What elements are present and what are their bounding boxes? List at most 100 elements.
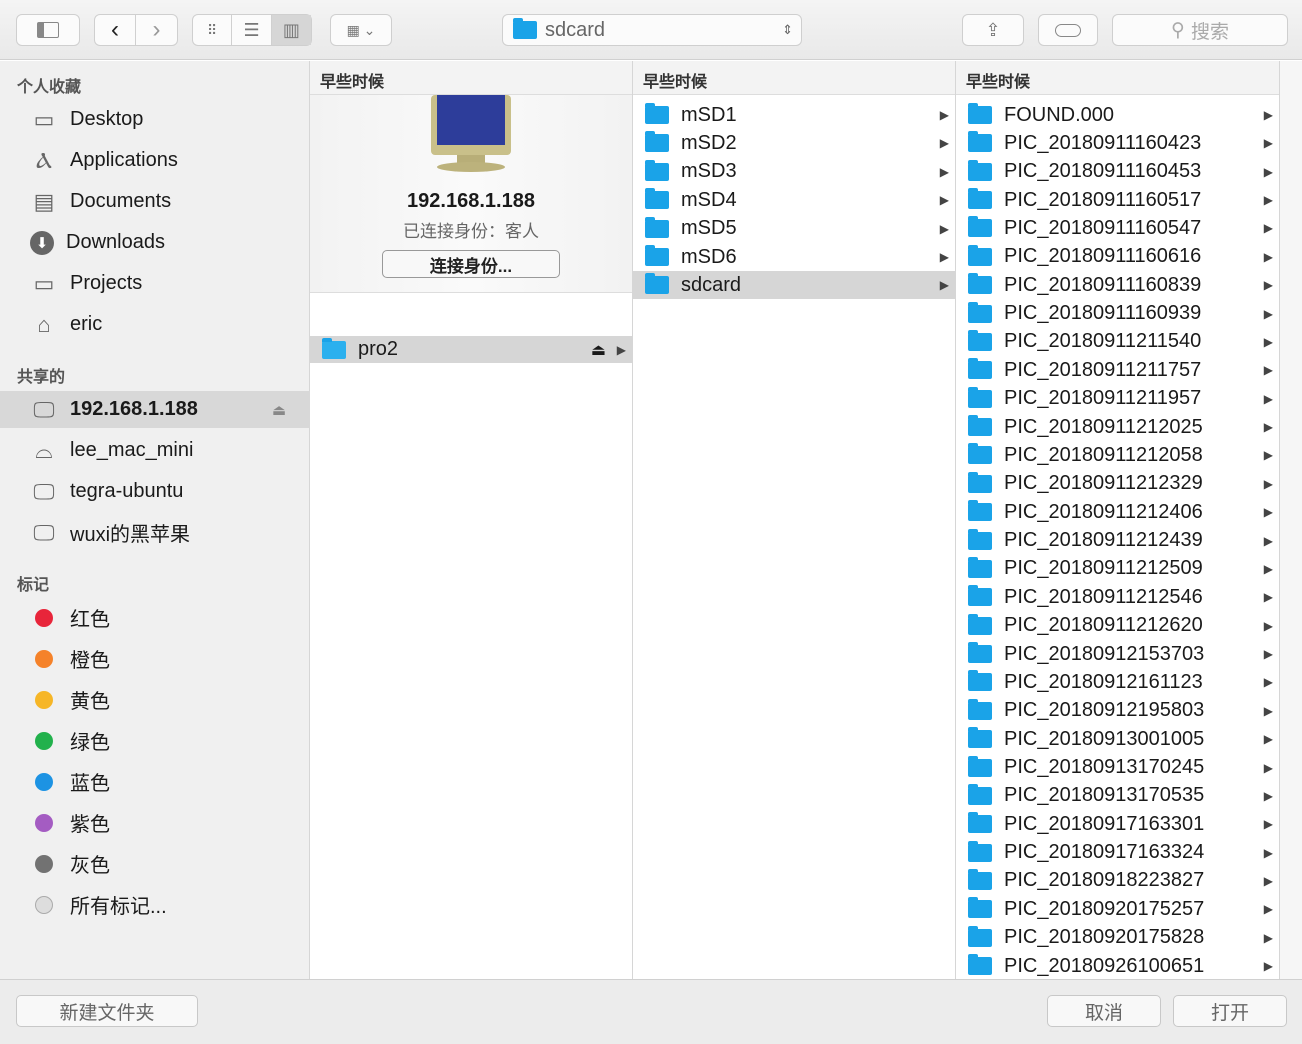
host-name: 192.168.1.188 bbox=[407, 190, 535, 212]
list-item[interactable]: mSD4 ▶ bbox=[633, 186, 955, 214]
cancel-button[interactable]: 取消 bbox=[1047, 995, 1161, 1027]
list-item[interactable]: mSD5 ▶ bbox=[633, 215, 955, 243]
list-view-button[interactable]: ☰ bbox=[232, 15, 272, 45]
list-item[interactable]: PIC_20180911211957 ▶ bbox=[956, 385, 1279, 413]
list-item[interactable]: PIC_20180920175828 ▶ bbox=[956, 924, 1279, 952]
list-item[interactable]: PIC_20180912195803 ▶ bbox=[956, 697, 1279, 725]
list-item[interactable]: pro2 ⏏ ▶ bbox=[310, 336, 632, 363]
list-item[interactable]: PIC_20180918223827 ▶ bbox=[956, 867, 1279, 895]
list-item[interactable]: PIC_20180911160616 ▶ bbox=[956, 243, 1279, 271]
column-view-button[interactable]: ▥ bbox=[271, 15, 312, 45]
list-item[interactable]: PIC_20180911160547 ▶ bbox=[956, 214, 1279, 242]
sidebar-item-label: Documents bbox=[70, 190, 172, 212]
sidebar-item[interactable]: ⌂ eric bbox=[0, 306, 310, 343]
list-item[interactable]: PIC_20180911212509 ▶ bbox=[956, 555, 1279, 583]
eject-icon[interactable]: ⏏ bbox=[272, 401, 286, 419]
sidebar-item[interactable]: 绿色 bbox=[0, 722, 310, 759]
folder-icon bbox=[968, 613, 992, 635]
share-button[interactable]: ⇪ bbox=[962, 14, 1024, 46]
list-item[interactable]: sdcard ▶ bbox=[633, 271, 955, 300]
sidebar-item[interactable]: 🖵 tegra-ubuntu bbox=[0, 473, 310, 510]
list-item[interactable]: PIC_20180920175257 ▶ bbox=[956, 895, 1279, 923]
list-item[interactable]: PIC_20180911160453 ▶ bbox=[956, 158, 1279, 186]
sidebar-toggle-button[interactable] bbox=[16, 14, 80, 46]
forward-button[interactable]: › bbox=[136, 15, 177, 45]
list-item[interactable]: mSD3 ▶ bbox=[633, 158, 955, 186]
sidebar-item[interactable]: 灰色 bbox=[0, 845, 310, 882]
sidebar-item[interactable]: ⌓ lee_mac_mini bbox=[0, 432, 310, 469]
list-item[interactable]: PIC_20180911160839 ▶ bbox=[956, 271, 1279, 299]
item-label: PIC_20180911212620 bbox=[1004, 614, 1203, 637]
column-header: 早些时候 bbox=[310, 61, 632, 95]
sidebar-item[interactable]: 红色 bbox=[0, 599, 310, 636]
list-item[interactable]: PIC_20180911212439 ▶ bbox=[956, 527, 1279, 555]
tag-dot-icon bbox=[35, 608, 53, 627]
monitor-icon: 🖵 bbox=[33, 478, 55, 504]
list-item[interactable]: mSD1 ▶ bbox=[633, 101, 955, 129]
sidebar-item[interactable]: 橙色 bbox=[0, 640, 310, 677]
tag-color-icon bbox=[30, 729, 58, 753]
sidebar: 个人收藏 共享的 标记 ▭ Desktop Ⲁ Applications ▤ Docume… bbox=[0, 61, 310, 979]
item-label: PIC_20180918223827 bbox=[1004, 869, 1205, 892]
search-input[interactable]: ⚲ 搜索 bbox=[1112, 14, 1288, 46]
sidebar-item[interactable]: ▭ Desktop bbox=[0, 101, 310, 138]
list-item[interactable]: PIC_20180913170245 ▶ bbox=[956, 754, 1279, 782]
list-item[interactable]: PIC_20180912161123 ▶ bbox=[956, 668, 1279, 696]
open-button[interactable]: 打开 bbox=[1173, 995, 1287, 1027]
list-item[interactable]: FOUND.000 ▶ bbox=[956, 101, 1279, 129]
sidebar-item[interactable]: ⬇ Downloads bbox=[0, 224, 310, 261]
eject-icon[interactable]: ⏏ bbox=[591, 340, 606, 360]
sidebar-item[interactable]: 黄色 bbox=[0, 681, 310, 718]
column-header: 早些时候 bbox=[633, 61, 955, 95]
sidebar-item[interactable]: 蓝色 bbox=[0, 763, 310, 800]
list-item[interactable]: PIC_20180911160517 ▶ bbox=[956, 186, 1279, 214]
chevron-right-icon: ▶ bbox=[939, 108, 949, 122]
icon-view-button[interactable]: ⠿ bbox=[193, 15, 233, 45]
folder-icon bbox=[645, 131, 669, 153]
list-item[interactable]: PIC_20180911160939 ▶ bbox=[956, 300, 1279, 328]
sidebar-item[interactable]: ▭ Projects bbox=[0, 265, 310, 302]
list-item[interactable]: PIC_20180911212058 ▶ bbox=[956, 441, 1279, 469]
list-item[interactable]: PIC_20180911212546 ▶ bbox=[956, 583, 1279, 611]
item-label: PIC_20180920175828 bbox=[1004, 926, 1205, 949]
sidebar-item[interactable]: ▤ Documents bbox=[0, 183, 310, 220]
path-popup[interactable]: sdcard ⇕ bbox=[502, 14, 802, 46]
tag-button[interactable] bbox=[1038, 14, 1098, 46]
list-item[interactable]: PIC_20180911160423 ▶ bbox=[956, 129, 1279, 157]
list-item[interactable]: PIC_20180911212620 ▶ bbox=[956, 612, 1279, 640]
scrollbar[interactable] bbox=[1280, 61, 1302, 979]
chevron-right-icon: ▶ bbox=[1263, 136, 1273, 151]
list-item[interactable]: PIC_20180917163324 ▶ bbox=[956, 839, 1279, 867]
sidebar-item[interactable]: 🖵 192.168.1.188 ⏏ bbox=[0, 391, 310, 428]
list-item[interactable]: PIC_20180911212329 ▶ bbox=[956, 470, 1279, 498]
list-item[interactable]: PIC_20180926100651 ▶ bbox=[956, 952, 1279, 980]
back-button[interactable]: ‹ bbox=[95, 15, 137, 45]
list-item[interactable]: mSD2 ▶ bbox=[633, 129, 955, 157]
sidebar-item[interactable]: Ⲁ Applications bbox=[0, 142, 310, 179]
list-item[interactable]: PIC_20180911211757 ▶ bbox=[956, 356, 1279, 384]
tag-color-icon bbox=[30, 811, 58, 835]
folder-icon bbox=[968, 159, 992, 181]
list-item[interactable]: PIC_20180917163301 ▶ bbox=[956, 810, 1279, 838]
arrange-dropdown[interactable]: ▦ ⌄ bbox=[330, 14, 392, 46]
connect-as-button[interactable]: 连接身份... bbox=[382, 250, 560, 278]
chevron-right-icon: ▶ bbox=[1263, 193, 1273, 208]
new-folder-button[interactable]: 新建文件夹 bbox=[16, 995, 198, 1027]
list-item[interactable]: PIC_20180913170535 ▶ bbox=[956, 782, 1279, 810]
list-item[interactable]: PIC_20180911212406 ▶ bbox=[956, 498, 1279, 526]
chevron-right-icon: ▶ bbox=[1263, 334, 1273, 349]
list-item[interactable]: PIC_20180911212025 ▶ bbox=[956, 413, 1279, 441]
folder-icon bbox=[968, 925, 992, 947]
sidebar-item[interactable]: 所有标记... bbox=[0, 886, 310, 923]
folder-icon: ▭ bbox=[33, 270, 55, 296]
list-item[interactable]: PIC_20180913001005 ▶ bbox=[956, 725, 1279, 753]
list-item[interactable]: mSD6 ▶ bbox=[633, 243, 955, 271]
folder-icon bbox=[645, 216, 669, 238]
list-item[interactable]: PIC_20180911211540 ▶ bbox=[956, 328, 1279, 356]
folder-icon bbox=[968, 273, 992, 295]
item-label: PIC_20180911160423 bbox=[1004, 131, 1202, 154]
list-item[interactable]: PIC_20180912153703 ▶ bbox=[956, 640, 1279, 668]
sidebar-item[interactable]: 紫色 bbox=[0, 804, 310, 841]
sidebar-item[interactable]: 🖵 wuxi的黑苹果 bbox=[0, 514, 310, 551]
sidebar-item-label: eric bbox=[70, 313, 103, 335]
